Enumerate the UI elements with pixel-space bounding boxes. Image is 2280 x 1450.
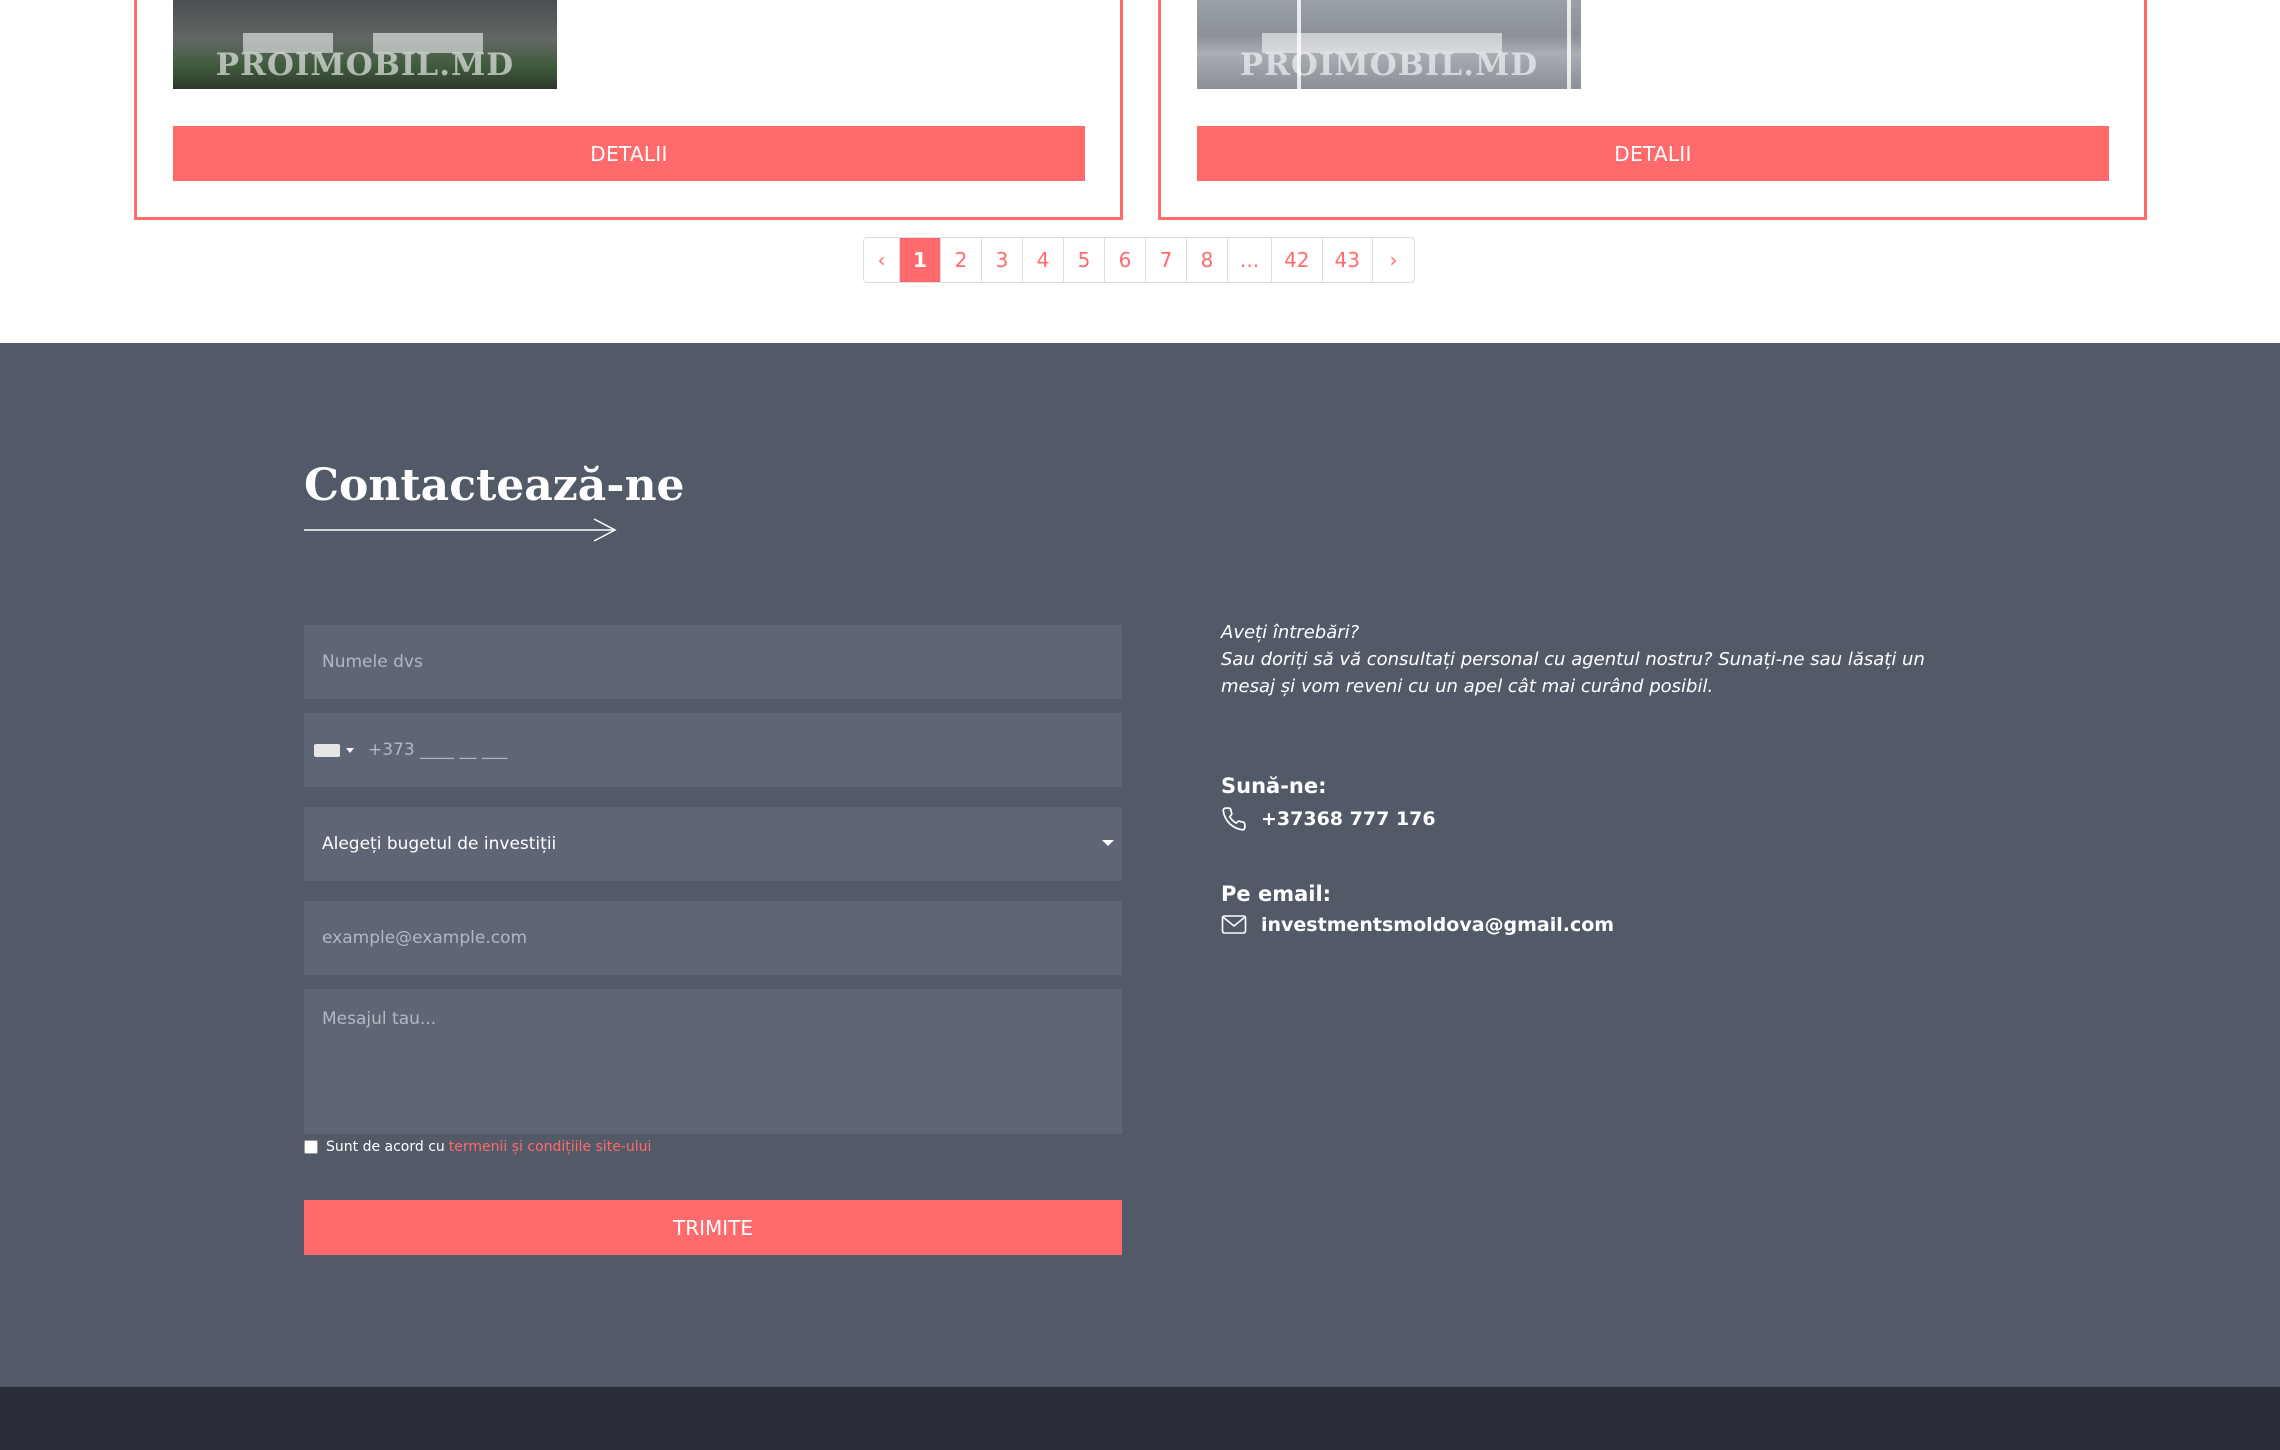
email-address: investmentsmoldova@gmail.com <box>1261 914 1615 936</box>
arrow-right-icon <box>304 518 617 542</box>
listing-image[interactable]: PROIMOBIL.MD <box>1197 0 1581 89</box>
pagination-page-2[interactable]: 2 <box>941 238 982 282</box>
listing-image[interactable]: PROIMOBIL.MD <box>173 0 557 89</box>
pagination-page-4[interactable]: 4 <box>1023 238 1064 282</box>
budget-selected-value: Alegeți bugetul de investiții <box>322 834 557 854</box>
phone-link[interactable]: +37368 777 176 <box>1221 806 1436 832</box>
terms-text: Sunt de acord cu <box>326 1139 445 1155</box>
contact-section: Contactează-ne Numele dvs +373 ____ __ _… <box>0 343 2280 1387</box>
call-label: Sună-ne: <box>1221 774 1327 798</box>
pagination-page-7[interactable]: 7 <box>1146 238 1187 282</box>
info-question: Aveți întrebări? <box>1221 622 1360 643</box>
budget-select[interactable]: Alegeți bugetul de investiții <box>304 807 1122 881</box>
info-text: Sau doriți să vă consultați personal cu … <box>1221 649 1925 697</box>
pagination-page-5[interactable]: 5 <box>1064 238 1105 282</box>
pagination-prev[interactable]: ‹ <box>864 238 900 282</box>
caret-down-icon[interactable] <box>346 747 354 753</box>
pagination-page-6[interactable]: 6 <box>1105 238 1146 282</box>
phone-number: +37368 777 176 <box>1261 808 1436 830</box>
terms-checkbox[interactable] <box>304 1140 318 1154</box>
pagination-page-43[interactable]: 43 <box>1323 238 1373 282</box>
details-button[interactable]: DETALII <box>1197 126 2109 181</box>
pagination-page-3[interactable]: 3 <box>982 238 1023 282</box>
phone-icon <box>1222 807 1246 831</box>
mail-icon <box>1221 915 1247 934</box>
pagination: ‹ 1 2 3 4 5 6 7 8 ... 42 43 › <box>863 237 1415 283</box>
email-label: Pe email: <box>1221 882 1332 906</box>
caret-down-icon <box>1102 840 1114 846</box>
pagination-page-1[interactable]: 1 <box>900 238 941 282</box>
image-watermark: PROIMOBIL.MD <box>1239 47 1539 83</box>
name-input[interactable]: Numele dvs <box>304 625 1122 699</box>
listing-card: PROIMOBIL.MD DETALII <box>134 0 1123 220</box>
submit-button[interactable]: TRIMITE <box>304 1200 1122 1255</box>
section-title: Contactează-ne <box>304 460 685 511</box>
phone-input[interactable]: +373 ____ __ ___ <box>304 713 1122 787</box>
pagination-page-42[interactable]: 42 <box>1272 238 1323 282</box>
footer <box>0 1387 2280 1450</box>
pagination-page-8[interactable]: 8 <box>1187 238 1228 282</box>
listing-card: PROIMOBIL.MD DETALII <box>1158 0 2147 220</box>
image-watermark: PROIMOBIL.MD <box>215 47 515 83</box>
phone-placeholder: +373 ____ __ ___ <box>368 740 508 760</box>
terms-agreement: Sunt de acord cu termenii și condițiile … <box>304 1139 651 1155</box>
contact-info: Aveți întrebări? Sau doriți să vă consul… <box>1221 619 1981 700</box>
email-link[interactable]: investmentsmoldova@gmail.com <box>1221 914 1614 936</box>
message-textarea[interactable]: Mesajul tau... <box>304 989 1122 1134</box>
flag-icon[interactable] <box>314 743 340 757</box>
pagination-next[interactable]: › <box>1373 238 1414 282</box>
details-button[interactable]: DETALII <box>173 126 1085 181</box>
email-input[interactable]: example@example.com <box>304 901 1122 975</box>
pagination-ellipsis: ... <box>1228 238 1273 282</box>
terms-link[interactable]: termenii și condițiile site-ului <box>449 1139 652 1155</box>
